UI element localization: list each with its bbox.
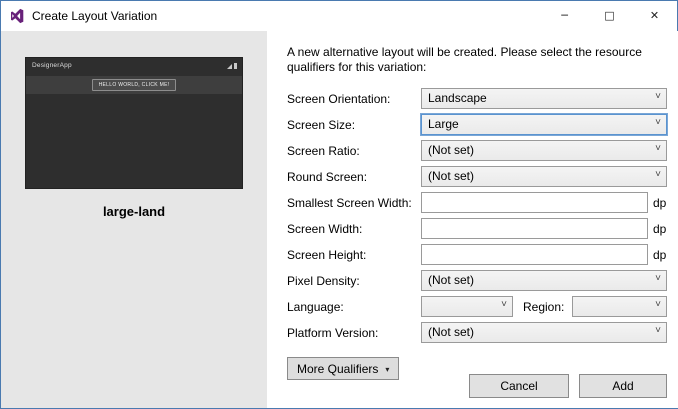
preview-statusbar: DesignerApp (26, 58, 242, 72)
row-screen-size: Screen Size: Large ˅ (287, 114, 667, 135)
screen-width-label: Screen Width: (287, 222, 421, 236)
screen-height-label: Screen Height: (287, 248, 421, 262)
dropdown-arrow-icon: ▾ (385, 364, 389, 374)
round-screen-select[interactable]: (Not set) ˅ (421, 166, 667, 187)
row-round-screen: Round Screen: (Not set) ˅ (287, 166, 667, 187)
smallest-screen-width-control: dp (421, 192, 667, 213)
dp-unit-label: dp (653, 248, 667, 262)
chevron-down-icon: ˅ (655, 143, 661, 154)
screen-orientation-value: Landscape (428, 91, 487, 105)
signal-icon (227, 64, 232, 69)
window-controls: ─ □ ✕ (542, 1, 677, 30)
screen-height-input[interactable] (421, 244, 648, 265)
chevron-down-icon: ˅ (501, 299, 507, 310)
cancel-button[interactable]: Cancel (469, 374, 569, 398)
dialog-body: DesignerApp HELLO WORLD, CLICK ME! large… (1, 31, 677, 408)
screen-size-select[interactable]: Large ˅ (421, 114, 667, 135)
platform-version-control: (Not set) ˅ (421, 322, 667, 343)
language-region-control: ˅ Region: ˅ (421, 296, 667, 317)
chevron-down-icon: ˅ (655, 117, 661, 128)
add-button-label: Add (612, 379, 633, 393)
row-screen-ratio: Screen Ratio: (Not set) ˅ (287, 140, 667, 161)
chevron-down-icon: ˅ (655, 273, 661, 284)
cancel-button-label: Cancel (500, 379, 537, 393)
screen-ratio-select[interactable]: (Not set) ˅ (421, 140, 667, 161)
platform-version-select[interactable]: (Not set) ˅ (421, 322, 667, 343)
create-layout-variation-dialog: Create Layout Variation ─ □ ✕ DesignerAp… (0, 0, 678, 409)
row-language-region: Language: ˅ Region: ˅ (287, 296, 667, 317)
chevron-down-icon: ˅ (655, 169, 661, 180)
screen-size-value: Large (428, 117, 459, 131)
row-screen-orientation: Screen Orientation: Landscape ˅ (287, 88, 667, 109)
screen-width-control: dp (421, 218, 667, 239)
screen-orientation-label: Screen Orientation: (287, 92, 421, 106)
pixel-density-select[interactable]: (Not set) ˅ (421, 270, 667, 291)
row-smallest-screen-width: Smallest Screen Width: dp (287, 192, 667, 213)
round-screen-label: Round Screen: (287, 170, 421, 184)
screen-orientation-select[interactable]: Landscape ˅ (421, 88, 667, 109)
add-button[interactable]: Add (579, 374, 667, 398)
preview-hello-button: HELLO WORLD, CLICK ME! (92, 79, 177, 91)
screen-orientation-control: Landscape ˅ (421, 88, 667, 109)
maximize-button[interactable]: □ (587, 1, 632, 30)
row-pixel-density: Pixel Density: (Not set) ˅ (287, 270, 667, 291)
screen-height-control: dp (421, 244, 667, 265)
visual-studio-icon (9, 8, 25, 24)
pixel-density-value: (Not set) (428, 273, 474, 287)
language-label: Language: (287, 300, 421, 314)
screen-ratio-value: (Not set) (428, 143, 474, 157)
close-icon: ✕ (650, 9, 659, 22)
smallest-screen-width-label: Smallest Screen Width: (287, 196, 421, 210)
language-select[interactable]: ˅ (421, 296, 513, 317)
screen-size-label: Screen Size: (287, 118, 421, 132)
minimize-button[interactable]: ─ (542, 1, 587, 30)
screen-size-control: Large ˅ (421, 114, 667, 135)
screen-ratio-label: Screen Ratio: (287, 144, 421, 158)
preview-panel: DesignerApp HELLO WORLD, CLICK ME! large… (1, 31, 267, 408)
row-screen-height: Screen Height: dp (287, 244, 667, 265)
pixel-density-label: Pixel Density: (287, 274, 421, 288)
platform-version-label: Platform Version: (287, 326, 421, 340)
more-qualifiers-label: More Qualifiers (297, 362, 378, 376)
close-button[interactable]: ✕ (632, 1, 677, 30)
dp-unit-label: dp (653, 196, 667, 210)
region-select[interactable]: ˅ (572, 296, 667, 317)
preview-content-band: HELLO WORLD, CLICK ME! (26, 76, 242, 94)
window-title: Create Layout Variation (32, 9, 542, 23)
maximize-icon: □ (604, 9, 614, 22)
region-label: Region: (523, 300, 564, 314)
footer-actions: Cancel Add (469, 374, 667, 398)
pixel-density-control: (Not set) ˅ (421, 270, 667, 291)
dp-unit-label: dp (653, 222, 667, 236)
screen-width-input[interactable] (421, 218, 648, 239)
variation-name-label: large-land (1, 204, 267, 219)
preview-app-title: DesignerApp (32, 62, 72, 69)
platform-version-value: (Not set) (428, 325, 474, 339)
row-screen-width: Screen Width: dp (287, 218, 667, 239)
screen-ratio-control: (Not set) ˅ (421, 140, 667, 161)
round-screen-control: (Not set) ˅ (421, 166, 667, 187)
chevron-down-icon: ˅ (655, 299, 661, 310)
more-qualifiers-button[interactable]: More Qualifiers ▾ (287, 357, 399, 380)
battery-icon (234, 63, 237, 69)
form-panel: A new alternative layout will be created… (267, 31, 678, 408)
round-screen-value: (Not set) (428, 169, 474, 183)
smallest-screen-width-input[interactable] (421, 192, 648, 213)
chevron-down-icon: ˅ (655, 91, 661, 102)
layout-preview-thumbnail: DesignerApp HELLO WORLD, CLICK ME! (25, 57, 243, 189)
status-icons (227, 62, 237, 69)
minimize-icon: ─ (561, 9, 568, 22)
dialog-description: A new alternative layout will be created… (287, 45, 667, 75)
row-platform-version: Platform Version: (Not set) ˅ (287, 322, 667, 343)
chevron-down-icon: ˅ (655, 325, 661, 336)
titlebar: Create Layout Variation ─ □ ✕ (1, 1, 677, 31)
